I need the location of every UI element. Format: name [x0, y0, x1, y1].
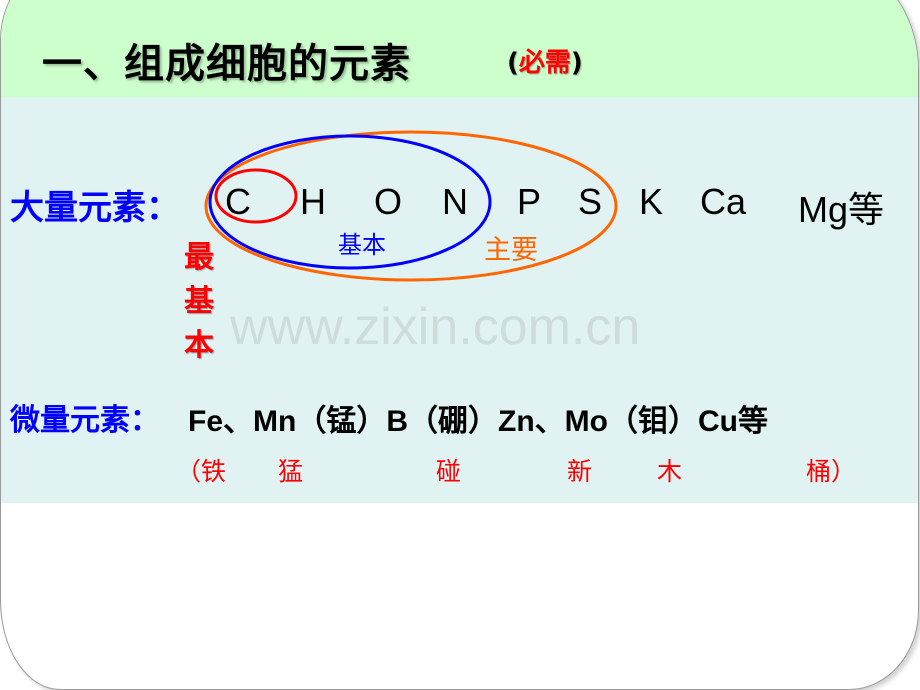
title-note-emphasis: 必需 — [518, 48, 571, 78]
mnemonic-word: （铁 — [176, 457, 227, 486]
element-s: S — [578, 181, 603, 222]
mnemonic-word: 新 — [567, 457, 593, 486]
mnemonic-word: 碰 — [436, 457, 462, 486]
element-o: O — [374, 181, 403, 222]
slide-title: 一、组成细胞的元素 — [42, 41, 411, 87]
mnemonic-word: 木 — [657, 457, 683, 486]
micro-elements-label: 微量元素： — [10, 403, 160, 438]
micro-elements-list: Fe、Mn（锰）B（硼）Zn、Mo（钼）Cu等 — [188, 405, 768, 438]
element-h: H — [300, 181, 326, 222]
title-note-close: ) — [570, 48, 583, 78]
mnemonic-word: 猛 — [278, 457, 304, 486]
title-note-open: ( — [507, 48, 519, 78]
element-n: N — [442, 181, 468, 222]
macro-elements-label: 大量元素： — [10, 188, 180, 228]
element-c: C — [225, 181, 251, 222]
basic-group-label: 基本 — [338, 231, 386, 259]
title-note: (必需) — [507, 42, 583, 79]
mnemonic-word: 桶） — [806, 457, 857, 486]
element-ca: Ca — [700, 181, 747, 222]
element-k: K — [639, 181, 664, 222]
element-mg-etc: Mg等 — [798, 189, 885, 230]
most-basic-group-label: 最基本 — [184, 240, 214, 363]
watermark: www.zixin.com.cn — [230, 298, 641, 356]
element-p: P — [517, 181, 542, 222]
main-group-label: 主要 — [484, 235, 538, 266]
